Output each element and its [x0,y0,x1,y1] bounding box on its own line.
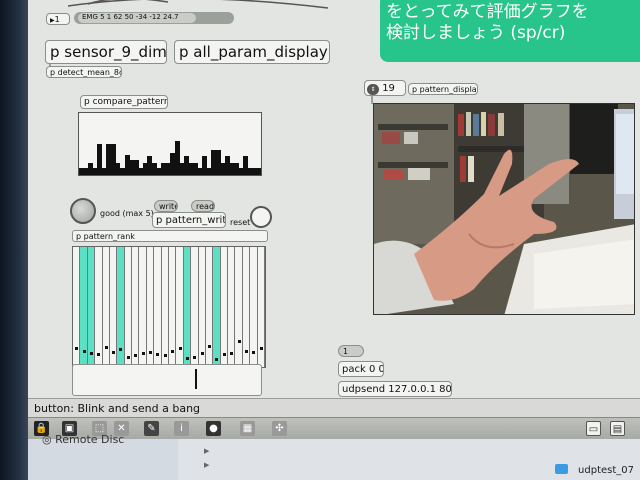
monitor-bezel [0,0,28,480]
max-patcher-canvas[interactable]: ▶1 EMG 5 1 62 50 -34 -12 24.7 p sensor_9… [28,0,640,400]
rank-value-dot [259,347,263,351]
grid-icon[interactable]: ▦ [240,421,255,436]
read-message[interactable]: read [191,200,215,212]
rank-value-dot [237,340,241,343]
folder-name[interactable]: udptest_07 [578,465,634,476]
write-message[interactable]: write [154,200,178,212]
rank-column[interactable] [103,247,110,367]
folder-icon [555,464,568,474]
rank-value-dot [245,349,249,353]
rank-column[interactable] [183,247,192,367]
rank-slider-thumb[interactable] [195,369,197,389]
rank-column[interactable] [176,247,184,367]
rank-column[interactable] [213,247,221,367]
rank-value-dot [163,354,167,358]
disclosure-triangle-icon[interactable]: ▶ [204,447,209,455]
rank-value-dot [208,344,212,348]
rank-value-dot [185,356,189,360]
rank-value-dot [141,352,145,355]
rank-column[interactable] [228,247,236,367]
udp-number-box[interactable]: 1 [338,345,364,357]
rank-value-dot [134,354,138,358]
reset-button[interactable] [250,206,272,228]
rank-value-dot [82,349,86,353]
rank-column[interactable] [221,247,229,367]
rank-column[interactable] [243,247,251,367]
rank-value-dot [200,352,204,355]
rank-value-dot [215,358,219,361]
all-param-display-object[interactable]: p all_param_display [174,40,330,64]
pack-object[interactable]: pack 0 0 [338,361,384,377]
udpsend-object[interactable]: udpsend 127.0.0.1 8000 [338,381,452,397]
rank-value-dot [89,352,93,355]
rank-column[interactable] [117,247,125,367]
pattern-rank-multislider[interactable] [72,246,266,368]
rank-value-dot [230,352,234,355]
rank-value-dot [149,350,153,354]
finder-window: ◎ Remote Disc ▶ ▶ udptest_07 [28,433,640,480]
pattern-number-box[interactable]: ⇕ 19 [364,80,406,96]
rank-column[interactable] [110,247,118,367]
rank-value-dot [126,355,130,359]
rank-column[interactable] [235,247,243,367]
stepper-icon: ⇕ [367,84,379,95]
good-label: good (max 5) [100,209,154,218]
rank-value-dot [119,348,123,352]
hand-photo-illustration [374,104,634,314]
compare-pattern-object[interactable]: p compare_pattern [80,95,168,109]
rank-column[interactable] [125,247,133,367]
rank-column[interactable] [169,247,177,367]
finder-sidebar: ◎ Remote Disc [28,433,178,480]
compare-pattern-multislider[interactable] [78,112,262,176]
good-dial[interactable] [70,198,96,224]
sidebar-view-icon[interactable]: ▤ [610,421,625,436]
rank-column[interactable] [87,247,96,367]
rank-column[interactable] [139,247,147,367]
rank-column[interactable] [147,247,155,367]
pattern-display-object[interactable]: p pattern_display [408,83,478,95]
rank-value-dot [75,347,79,351]
rank-column[interactable] [199,247,206,367]
remote-disc-item[interactable]: ◎ Remote Disc [42,433,124,446]
rank-column[interactable] [258,247,265,367]
japanese-comment-line1: をとってみて評価グラフを [386,2,589,22]
rank-column[interactable] [95,247,103,367]
rank-column[interactable] [73,247,81,367]
compare-bar [256,167,262,175]
info-icon[interactable]: i [174,421,189,436]
disc-icon: ◎ [42,433,52,446]
inspector-icon[interactable]: ✎ [144,421,159,436]
status-bar: button: Blink and send a bang [28,398,640,418]
detect-mean-8ch-object[interactable]: p detect_mean_8ch [46,66,122,78]
rank-value-dot [193,355,197,359]
patch-cord-icon[interactable]: ● [206,421,221,436]
rank-column[interactable] [206,247,214,367]
snap-icon[interactable]: ✣ [272,421,287,436]
rank-column[interactable] [162,247,169,367]
rank-slider[interactable] [72,364,262,396]
rank-value-dot [252,350,256,354]
rank-value-dot [104,346,108,349]
rank-value-dot [178,347,182,351]
rank-value-dot [171,349,175,353]
split-view-icon[interactable]: ▭ [586,421,601,436]
reset-label: reset [230,218,251,227]
sensor-9-dim-object[interactable]: p sensor_9_dim [45,40,167,64]
rank-column[interactable] [191,247,199,367]
rank-column[interactable] [132,247,140,367]
pattern-rank-object[interactable]: p pattern_rank [72,230,268,242]
screen: ▶1 EMG 5 1 62 50 -34 -12 24.7 p sensor_9… [0,0,640,480]
pattern-write-object[interactable]: p pattern_write [152,212,226,228]
rank-column[interactable] [80,247,88,367]
japanese-comment-box: をとってみて評価グラフを 検討しましょう (sp/cr) [380,0,640,62]
rank-value-dot [156,353,160,357]
camera-video-display [373,103,635,315]
rank-column[interactable] [250,247,258,367]
japanese-comment-line2: 検討しましょう (sp/cr) [386,23,566,43]
rank-column[interactable] [154,247,162,367]
rank-value-dot [222,353,226,357]
disclosure-triangle-icon-2[interactable]: ▶ [204,461,209,469]
rank-value-dot [112,350,116,354]
rank-value-dot [97,353,101,357]
